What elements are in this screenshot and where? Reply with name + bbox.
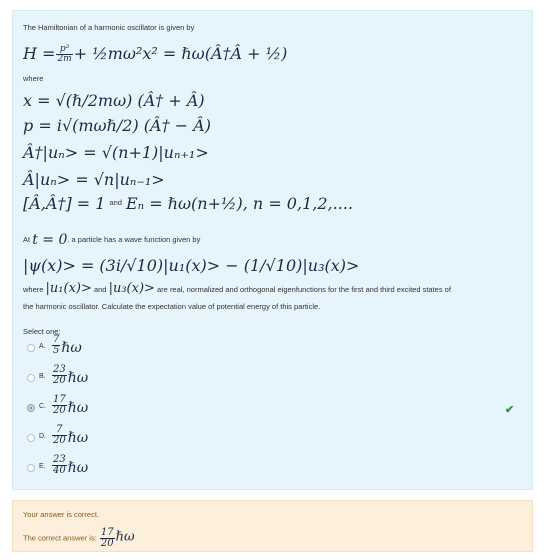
hamiltonian-den: 2m xyxy=(57,54,72,64)
option-value: 7 20 ℏω xyxy=(51,425,88,446)
raising-operator-equation: Â†|uₙ> = √(n+1)|uₙ₊₁> xyxy=(23,143,209,162)
description-line2: the harmonic oscillator. Calculate the e… xyxy=(23,302,321,311)
option-den: 20 xyxy=(53,405,66,416)
option-unit: ℏω xyxy=(67,370,89,386)
option-radio[interactable] xyxy=(27,434,35,442)
option-value: 23 20 ℏω xyxy=(51,365,88,386)
correct-answer-label: The correct answer is: xyxy=(23,533,97,543)
where-label: where xyxy=(23,74,44,83)
and-text: and xyxy=(93,285,107,294)
correct-answer-den: 20 xyxy=(100,538,114,549)
option-unit: ℏω xyxy=(67,430,89,446)
option-radio[interactable] xyxy=(27,464,35,472)
initial-time-text: At t = 0. a particle has a wave function… xyxy=(23,232,201,248)
commutator: [Â,Â†] = 1 xyxy=(23,194,106,213)
option-radio[interactable] xyxy=(27,374,35,382)
hamiltonian-fraction: p² 2m xyxy=(56,45,73,64)
option-radio[interactable] xyxy=(27,404,35,412)
question-intro: The Hamiltonian of a harmonic oscillator… xyxy=(23,23,195,32)
option-unit: ℏω xyxy=(67,460,89,476)
eigenfunction-description: where |u₁(x)> and |u₃(x)> are real, norm… xyxy=(23,281,451,296)
option-unit: ℏω xyxy=(67,400,89,416)
energy-eigenvalue: Eₙ = ℏω(n+½), n = 0,1,2,.... xyxy=(125,194,353,213)
question-panel: The Hamiltonian of a harmonic oscillator… xyxy=(12,10,533,490)
option-fraction: 75 xyxy=(52,335,61,356)
at-suffix: . a particle has a wave function given b… xyxy=(67,235,201,244)
feedback-status: Your answer is correct. xyxy=(23,510,100,519)
option-fraction: 23 20 xyxy=(52,365,67,386)
lowering-operator-equation: Â|uₙ> = √n|uₙ₋₁> xyxy=(23,170,165,189)
correct-answer-unit: ℏω xyxy=(115,529,135,545)
u1-ket: |u₁(x)> xyxy=(45,281,92,296)
option-fraction: 17 20 xyxy=(52,395,67,416)
position-operator-equation: x = √(ℏ/2mω) (Â† + Â) xyxy=(23,91,205,110)
option-value: 23 40 ℏω xyxy=(51,455,88,476)
at-prefix: At xyxy=(23,235,31,244)
time-zero: t = 0 xyxy=(32,232,68,248)
option-letter: B. xyxy=(39,373,46,380)
option-den: 5 xyxy=(53,345,60,356)
hamiltonian-rest: + ½mω²x² = ℏω(Â†Â + ½) xyxy=(73,44,288,63)
where2: where xyxy=(23,285,44,294)
option-fraction: 7 20 xyxy=(52,425,67,446)
feedback-panel: Your answer is correct. The correct answ… xyxy=(12,500,533,552)
option-letter: D. xyxy=(39,433,46,440)
hamiltonian-lhs: H = xyxy=(23,44,56,63)
option-radio[interactable] xyxy=(27,344,35,352)
option-unit: ℏω xyxy=(61,340,82,356)
option-fraction: 23 40 xyxy=(52,455,67,476)
option-den: 40 xyxy=(53,465,66,476)
correct-answer-row: The correct answer is: 17 20 ℏω xyxy=(23,528,135,549)
option-letter: C. xyxy=(39,403,46,410)
wave-function-equation: |ψ(x)> = (3i/√10)|u₁(x)> − (1/√10)|u₃(x)… xyxy=(23,256,360,275)
option-value: 17 20 ℏω xyxy=(51,395,88,416)
hamiltonian-equation: H = p² 2m + ½mω²x² = ℏω(Â†Â + ½) xyxy=(23,45,287,64)
option-letter: E. xyxy=(39,463,46,470)
option-den: 20 xyxy=(53,435,66,446)
u3-ket: |u₃(x)> xyxy=(108,281,155,296)
option-value: 7 5 ℏω xyxy=(51,335,82,356)
option-letter: A. xyxy=(39,343,46,350)
correct-check-icon: ✔ xyxy=(505,404,515,416)
commutator-energy-equation: [Â,Â†] = 1 and Eₙ = ℏω(n+½), n = 0,1,2,...… xyxy=(23,195,353,213)
momentum-operator-equation: p = i√(mωℏ/2) (Â† − Â) xyxy=(23,116,211,135)
commutator-and: and xyxy=(109,198,122,207)
description-line1: are real, normalized and orthogonal eige… xyxy=(157,285,451,294)
option-den: 20 xyxy=(53,375,66,386)
correct-answer-fraction: 17 20 xyxy=(99,528,115,549)
